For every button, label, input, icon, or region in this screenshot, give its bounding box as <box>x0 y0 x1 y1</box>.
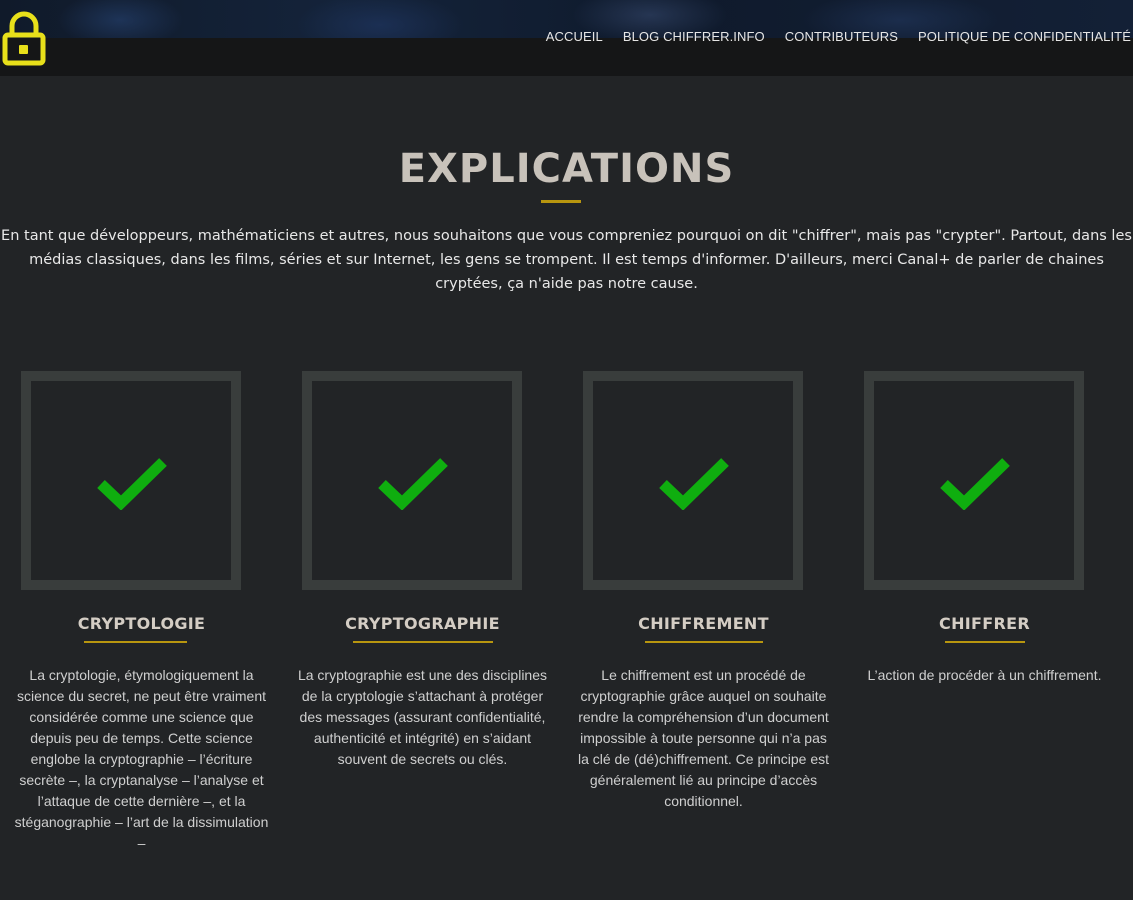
section-intro: En tant que développeurs, mathématiciens… <box>1 228 1132 292</box>
section-title: EXPLICATIONS <box>398 146 735 192</box>
card-icon-box <box>302 371 522 590</box>
nav-item-politique[interactable]: POLITIQUE DE CONFIDENTIALITÉ <box>918 29 1131 44</box>
site-header: ACCUEIL BLOG CHIFFRER.INFO CONTRIBUTEURS… <box>0 0 1133 76</box>
main-nav: ACCUEIL BLOG CHIFFRER.INFO CONTRIBUTEURS… <box>546 29 1131 44</box>
title-underline <box>541 200 581 203</box>
card-icon-box <box>583 371 803 590</box>
page: ACCUEIL BLOG CHIFFRER.INFO CONTRIBUTEURS… <box>0 0 1133 900</box>
card-underline <box>84 641 187 643</box>
card-underline <box>645 641 763 643</box>
card-text: La cryptographie est une des disciplines… <box>297 667 548 767</box>
nav-item-blog[interactable]: BLOG CHIFFRER.INFO <box>623 29 765 44</box>
card-text: Le chiffrement est un procédé de cryptog… <box>577 667 830 809</box>
card-icon-box <box>864 371 1084 590</box>
lock-icon[interactable] <box>2 10 46 66</box>
card-underline <box>353 641 493 643</box>
check-icon <box>659 458 729 510</box>
nav-item-contributeurs[interactable]: CONTRIBUTEURS <box>785 29 898 44</box>
card-underline <box>945 641 1025 643</box>
card-title: CRYPTOGRAPHIE <box>345 614 500 633</box>
card-title: CHIFFRER <box>939 614 1030 633</box>
nav-item-accueil[interactable]: ACCUEIL <box>546 29 603 44</box>
check-icon <box>97 458 167 510</box>
card-title: CHIFFREMENT <box>638 614 769 633</box>
check-icon <box>940 458 1010 510</box>
card-icon-box <box>21 371 241 590</box>
card-text: L’action de procéder à un chiffrement. <box>867 667 1102 683</box>
card-title: CRYPTOLOGIE <box>77 614 206 633</box>
card-text: La cryptologie, étymologiquement la scie… <box>14 667 269 851</box>
check-icon <box>378 458 448 510</box>
